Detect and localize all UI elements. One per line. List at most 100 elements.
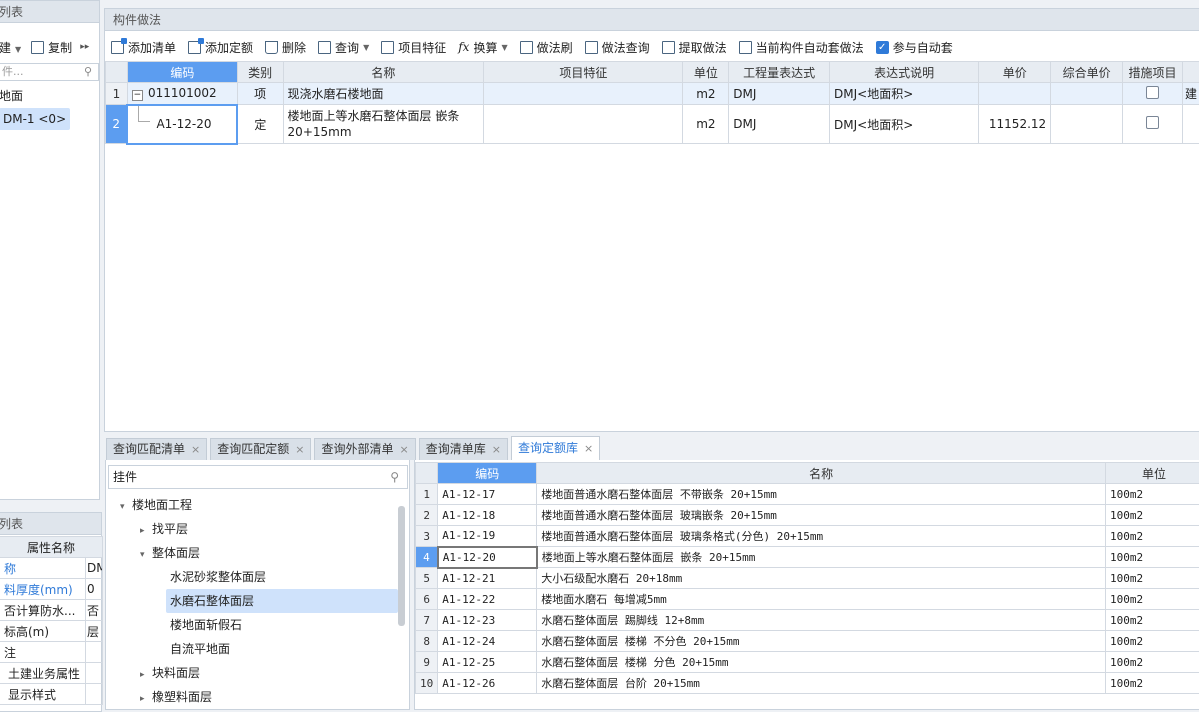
search-icon[interactable]: ⚲ bbox=[84, 64, 92, 80]
property-group[interactable]: 显示样式 bbox=[0, 684, 86, 705]
close-icon[interactable]: × bbox=[399, 439, 408, 460]
tree-node[interactable]: ▾楼地面工程 bbox=[106, 493, 398, 517]
tree-node-selected[interactable]: 水磨石整体面层 bbox=[166, 589, 398, 613]
col-price[interactable]: 单价 bbox=[979, 62, 1051, 83]
table-row[interactable]: 2 A1-12-20 定 楼地面上等水磨石整体面层 嵌条20+15mm m2 D… bbox=[106, 105, 1199, 144]
desc-cell[interactable]: DMJ<地面积> bbox=[830, 83, 979, 105]
table-row[interactable]: 10A1-12-26水磨石整体面层 台阶 20+15mm100m2 bbox=[416, 673, 1199, 694]
close-icon[interactable]: × bbox=[191, 439, 200, 460]
component-method-title: 构件做法 bbox=[105, 9, 1199, 31]
total-price-cell[interactable] bbox=[1051, 105, 1123, 144]
expr-cell[interactable]: DMJ bbox=[729, 105, 830, 144]
tree-node[interactable]: ▸橡塑料面层 bbox=[106, 685, 398, 709]
query-button[interactable]: 查询▼ bbox=[318, 39, 369, 56]
col-desc[interactable]: 表达式说明 bbox=[830, 62, 979, 83]
add-list-button[interactable]: 添加清单 bbox=[111, 39, 176, 56]
tab-match-list[interactable]: 查询匹配清单× bbox=[106, 438, 207, 460]
item-feature-button[interactable]: 项目特征 bbox=[381, 39, 446, 56]
tab-match-quota[interactable]: 查询匹配定额× bbox=[210, 438, 311, 460]
extract-method-button[interactable]: 提取做法 bbox=[662, 39, 727, 56]
tree-node[interactable]: ▸块料面层 bbox=[106, 661, 398, 685]
property-group[interactable]: 土建业务属性 bbox=[0, 663, 86, 684]
tree-node[interactable]: ▸找平层 bbox=[106, 517, 398, 541]
component-method-panel: 构件做法 添加清单 添加定额 删除 查询▼ 项目特征 fx换算▼ 做法刷 做法查… bbox=[104, 8, 1199, 432]
table-row[interactable]: 5A1-12-21大小石级配水磨石 20+18mm100m2 bbox=[416, 568, 1199, 589]
col-feature[interactable]: 项目特征 bbox=[484, 62, 683, 83]
tree-item-dm1[interactable]: DM-1 <0> bbox=[0, 108, 70, 130]
col-type[interactable]: 类别 bbox=[237, 62, 283, 83]
close-icon[interactable]: × bbox=[295, 439, 304, 460]
delete-button[interactable]: 删除 bbox=[265, 39, 306, 56]
table-row[interactable]: 8A1-12-24水磨石整体面层 楼梯 不分色 20+15mm100m2 bbox=[416, 631, 1199, 652]
convert-button[interactable]: fx换算▼ bbox=[458, 39, 507, 56]
unit-cell[interactable]: m2 bbox=[683, 83, 729, 105]
col-name[interactable]: 名称 bbox=[283, 62, 484, 83]
price-cell[interactable] bbox=[979, 83, 1051, 105]
search-icon[interactable]: ⚲ bbox=[390, 466, 399, 488]
type-cell[interactable]: 项 bbox=[237, 83, 283, 105]
feature-cell[interactable] bbox=[484, 105, 683, 144]
table-row[interactable]: 1A1-12-17楼地面普通水磨石整体面层 不带嵌条 20+15mm100m2 bbox=[416, 484, 1199, 505]
tree-root[interactable]: 地面 bbox=[0, 87, 23, 105]
method-query-icon bbox=[585, 41, 598, 54]
col-code[interactable]: 编码 bbox=[127, 62, 237, 83]
component-search-input[interactable]: 件... ⚲ bbox=[0, 63, 99, 81]
col-quota-code[interactable]: 编码 bbox=[438, 463, 537, 484]
price-cell[interactable]: 11152.12 bbox=[979, 105, 1051, 144]
total-price-cell[interactable] bbox=[1051, 83, 1123, 105]
expr-cell[interactable]: DMJ bbox=[729, 83, 830, 105]
code-cell[interactable]: −011101002 bbox=[127, 83, 237, 105]
table-row[interactable]: 2A1-12-18楼地面普通水磨石整体面层 玻璃嵌条 20+15mm100m2 bbox=[416, 505, 1199, 526]
close-icon[interactable]: × bbox=[584, 438, 593, 459]
method-brush-button[interactable]: 做法刷 bbox=[520, 39, 573, 56]
table-row[interactable]: 9A1-12-25水磨石整体面层 楼梯 分色 20+15mm100m2 bbox=[416, 652, 1199, 673]
tree-node[interactable]: 楼地面斩假石 bbox=[106, 613, 398, 637]
table-row-selected[interactable]: 4A1-12-20楼地面上等水磨石整体面层 嵌条 20+15mm100m2 bbox=[416, 547, 1199, 568]
col-expr[interactable]: 工程量表达式 bbox=[729, 62, 830, 83]
tree-node[interactable]: 水泥砂浆整体面层 bbox=[106, 565, 398, 589]
code-cell[interactable]: A1-12-20 bbox=[127, 105, 237, 144]
method-query-button[interactable]: 做法查询 bbox=[585, 39, 650, 56]
extract-icon bbox=[662, 41, 675, 54]
table-row[interactable]: 7A1-12-23水磨石整体面层 踢脚线 12+8mm100m2 bbox=[416, 610, 1199, 631]
add-quota-button[interactable]: 添加定额 bbox=[188, 39, 253, 56]
copy-button[interactable]: 复制 bbox=[31, 39, 72, 56]
property-value[interactable]: DM bbox=[86, 558, 103, 579]
name-cell[interactable]: 楼地面上等水磨石整体面层 嵌条20+15mm bbox=[283, 105, 484, 144]
table-row[interactable]: 1 −011101002 项 现浇水磨石楼地面 m2 DMJ DMJ<地面积> … bbox=[106, 83, 1199, 105]
new-component-button[interactable]: 建▼ bbox=[0, 39, 21, 56]
col-quota-name[interactable]: 名称 bbox=[537, 463, 1106, 484]
more-icon[interactable]: ▸▸ bbox=[80, 42, 89, 52]
property-value[interactable]: 0 bbox=[86, 579, 103, 600]
tree-node[interactable]: ▾整体面层 bbox=[106, 541, 398, 565]
tab-quota-library[interactable]: 查询定额库× bbox=[511, 436, 600, 460]
property-value[interactable]: 层 bbox=[86, 621, 103, 642]
col-quota-unit[interactable]: 单位 bbox=[1106, 463, 1199, 484]
measure-cell[interactable] bbox=[1122, 105, 1182, 144]
unit-cell[interactable]: m2 bbox=[683, 105, 729, 144]
measure-checkbox[interactable] bbox=[1146, 86, 1159, 99]
feature-cell[interactable] bbox=[484, 83, 683, 105]
quota-search-input[interactable]: 挂件 ⚲ bbox=[108, 465, 408, 489]
name-cell[interactable]: 现浇水磨石楼地面 bbox=[283, 83, 484, 105]
participate-auto-checkbox[interactable]: ✓参与自动套 bbox=[876, 39, 953, 56]
tab-list-library[interactable]: 查询清单库× bbox=[419, 438, 508, 460]
desc-cell[interactable]: DMJ<地面积> bbox=[830, 105, 979, 144]
measure-checkbox[interactable] bbox=[1146, 116, 1159, 129]
type-cell[interactable]: 定 bbox=[237, 105, 283, 144]
tree-node[interactable]: 自流平地面 bbox=[106, 637, 398, 661]
measure-cell[interactable] bbox=[1122, 83, 1182, 105]
property-value[interactable]: 否 bbox=[86, 600, 103, 621]
col-measure[interactable]: 措施项目 bbox=[1122, 62, 1182, 83]
close-icon[interactable]: × bbox=[492, 439, 501, 460]
auto-apply-button[interactable]: 当前构件自动套做法 bbox=[739, 39, 864, 56]
col-total-price[interactable]: 综合单价 bbox=[1051, 62, 1123, 83]
table-row[interactable]: 6A1-12-22楼地面水磨石 每增减5mm100m2 bbox=[416, 589, 1199, 610]
properties-table: 属性名称 称DM 料厚度(mm)0 否计算防水...否 标高(m)层 注 土建业… bbox=[0, 536, 103, 705]
collapse-icon[interactable]: − bbox=[132, 90, 143, 101]
tab-external-list[interactable]: 查询外部清单× bbox=[314, 438, 415, 460]
col-unit[interactable]: 单位 bbox=[683, 62, 729, 83]
tree-scrollbar[interactable] bbox=[398, 506, 405, 626]
table-row[interactable]: 3A1-12-19楼地面普通水磨石整体面层 玻璃条格式(分色) 20+15mm1… bbox=[416, 526, 1199, 547]
property-value[interactable] bbox=[86, 642, 103, 663]
